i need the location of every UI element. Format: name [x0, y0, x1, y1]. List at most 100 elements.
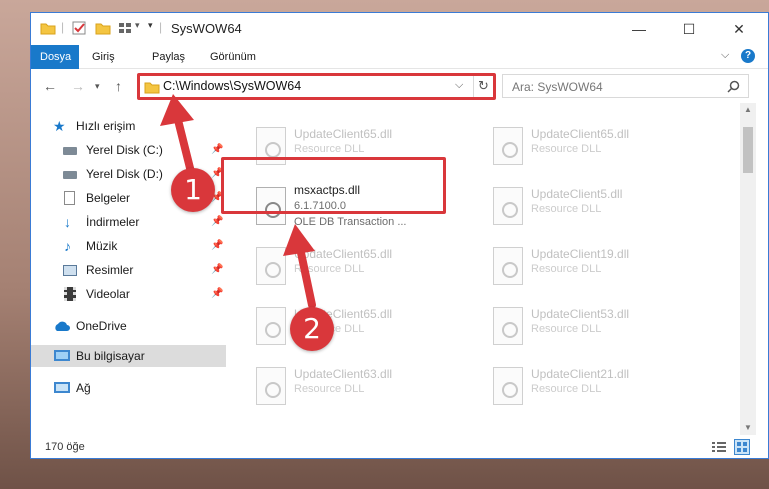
- separator: |: [159, 20, 163, 34]
- pin-icon[interactable]: 📌: [211, 235, 223, 257]
- address-highlight-box: [137, 73, 496, 100]
- sidebar-item-pictures[interactable]: Resimler 📌: [31, 259, 226, 281]
- customize-toolbar-icon[interactable]: [117, 20, 133, 36]
- step-marker-one: 1: [171, 168, 215, 212]
- dll-file-icon: [493, 367, 523, 405]
- computer-icon: [54, 350, 70, 361]
- music-icon: ♪: [64, 238, 71, 254]
- drive-icon: [63, 171, 77, 179]
- quick-access-menu-icon[interactable]: ▾: [148, 20, 153, 31]
- pin-icon[interactable]: 📌: [211, 283, 223, 305]
- file-description: Resource DLL: [531, 383, 602, 395]
- drive-icon: [63, 147, 77, 155]
- file-description: Resource DLL: [531, 323, 602, 335]
- vertical-scrollbar[interactable]: ▲ ▼: [740, 103, 756, 435]
- maximize-icon: ☐: [682, 20, 696, 37]
- scrollbar-thumb[interactable]: [743, 127, 753, 173]
- scroll-down-icon[interactable]: ▼: [744, 423, 752, 432]
- file-name: UpdateClient5.dll: [531, 187, 623, 201]
- list-item[interactable]: UpdateClient53.dll Resource DLL: [485, 301, 715, 351]
- maximize-button[interactable]: ☐: [666, 13, 712, 45]
- new-folder-icon[interactable]: [95, 20, 111, 36]
- dll-file-icon: [493, 307, 523, 345]
- properties-icon[interactable]: [71, 20, 87, 36]
- list-item[interactable]: UpdateClient19.dll Resource DLL: [485, 241, 715, 291]
- file-description: OLE DB Transaction ...: [294, 216, 407, 228]
- sidebar-item-label: Hızlı erişim: [76, 119, 136, 133]
- back-arrow-icon[interactable]: ←: [43, 78, 57, 94]
- title-bar: | ▾ ▾ | SysWOW64 — ☐ ✕: [31, 13, 768, 45]
- sidebar-item-label: Yerel Disk (D:): [86, 167, 163, 181]
- sidebar-item-quick-access[interactable]: ★ Hızlı erişim: [31, 115, 226, 137]
- file-description: Resource DLL: [531, 143, 602, 155]
- sidebar-item-downloads[interactable]: ↓ İndirmeler 📌: [31, 211, 226, 233]
- list-item[interactable]: UpdateClient21.dll Resource DLL: [485, 361, 715, 411]
- forward-arrow-icon[interactable]: →: [71, 78, 85, 94]
- navigation-bar: ← → ▾ ↑ C:\Windows\SysWOW64 ⌵ ↻ Ara: Sys…: [31, 69, 768, 103]
- scroll-up-icon[interactable]: ▲: [744, 105, 752, 114]
- search-placeholder: Ara: SysWOW64: [512, 80, 603, 94]
- up-arrow-icon[interactable]: ↑: [115, 78, 122, 94]
- sidebar-item-label: OneDrive: [76, 319, 127, 333]
- step-marker-two: 2: [290, 307, 334, 351]
- file-name: UpdateClient65.dll: [531, 127, 630, 141]
- sidebar-item-label: Resimler: [86, 263, 134, 277]
- sidebar-item-label: Videolar: [86, 287, 130, 301]
- sidebar-item-label: Bu bilgisayar: [76, 349, 145, 363]
- status-bar: 170 öğe: [31, 435, 768, 458]
- item-count: 170 öğe: [45, 441, 85, 453]
- list-item[interactable]: UpdateClient65.dll Resource DLL: [248, 241, 478, 291]
- tab-gorunum[interactable]: Görünüm: [201, 45, 265, 69]
- file-name: UpdateClient53.dll: [531, 307, 630, 321]
- search-box[interactable]: Ara: SysWOW64: [502, 74, 749, 98]
- video-icon: [64, 287, 76, 301]
- tab-giris[interactable]: Giriş: [83, 45, 124, 69]
- details-view-icon[interactable]: [712, 441, 726, 453]
- file-description: Resource DLL: [294, 263, 365, 275]
- list-item[interactable]: UpdateClient65.dll Resource DLL: [248, 301, 478, 351]
- window-title: SysWOW64: [171, 21, 242, 36]
- sidebar-item-videos[interactable]: Videolar 📌: [31, 283, 226, 305]
- sidebar-item-label: Ağ: [76, 381, 91, 395]
- sidebar-item-onedrive[interactable]: OneDrive: [31, 315, 226, 337]
- sidebar-item-network[interactable]: Ağ: [31, 377, 226, 399]
- list-item[interactable]: UpdateClient5.dll Resource DLL: [485, 181, 715, 231]
- file-name: UpdateClient63.dll: [294, 367, 393, 381]
- sidebar-item-local-disk-c[interactable]: Yerel Disk (C:) 📌: [31, 139, 226, 161]
- ribbon-tabs: Dosya Giriş Paylaş Görünüm ⌵ ?: [31, 45, 768, 69]
- pin-icon[interactable]: 📌: [211, 259, 223, 281]
- sidebar-item-label: Yerel Disk (C:): [86, 143, 163, 157]
- pictures-icon: [63, 265, 77, 276]
- dll-file-icon: [256, 247, 286, 285]
- pin-icon[interactable]: 📌: [211, 211, 223, 233]
- file-name: UpdateClient65.dll: [294, 127, 393, 141]
- large-icons-view-icon[interactable]: [734, 439, 750, 455]
- help-icon[interactable]: ?: [741, 49, 755, 63]
- tab-dosya[interactable]: Dosya: [31, 45, 79, 69]
- file-description: Resource DLL: [294, 383, 365, 395]
- file-description: Resource DLL: [531, 263, 602, 275]
- file-name: UpdateClient65.dll: [294, 247, 393, 261]
- list-item[interactable]: UpdateClient65.dll Resource DLL: [485, 121, 715, 171]
- list-item[interactable]: UpdateClient63.dll Resource DLL: [248, 361, 478, 411]
- tab-paylas[interactable]: Paylaş: [143, 45, 194, 69]
- sidebar-item-music[interactable]: ♪ Müzik 📌: [31, 235, 226, 257]
- expand-ribbon-icon[interactable]: ⌵: [721, 49, 729, 62]
- file-description: Resource DLL: [294, 143, 365, 155]
- file-name: UpdateClient21.dll: [531, 367, 630, 381]
- dll-file-icon: [493, 127, 523, 165]
- close-icon: ✕: [733, 20, 745, 37]
- folder-icon: [40, 23, 56, 35]
- navigation-pane: ★ Hızlı erişim Yerel Disk (C:) 📌 Yerel D…: [31, 103, 226, 435]
- dll-file-icon: [493, 187, 523, 225]
- sidebar-item-this-pc[interactable]: Bu bilgisayar: [31, 345, 226, 367]
- file-description: Resource DLL: [531, 203, 602, 215]
- minimize-button[interactable]: —: [616, 13, 662, 45]
- cloud-icon: [55, 321, 70, 331]
- star-icon: ★: [53, 118, 66, 134]
- recent-locations-icon[interactable]: ▾: [95, 81, 100, 92]
- close-button[interactable]: ✕: [716, 13, 762, 45]
- dll-file-icon: [256, 307, 286, 345]
- quick-access-dropdown-icon[interactable]: ▾: [135, 20, 140, 31]
- file-explorer-window: | ▾ ▾ | SysWOW64 — ☐ ✕ Dosya Giriş Payla…: [30, 12, 769, 459]
